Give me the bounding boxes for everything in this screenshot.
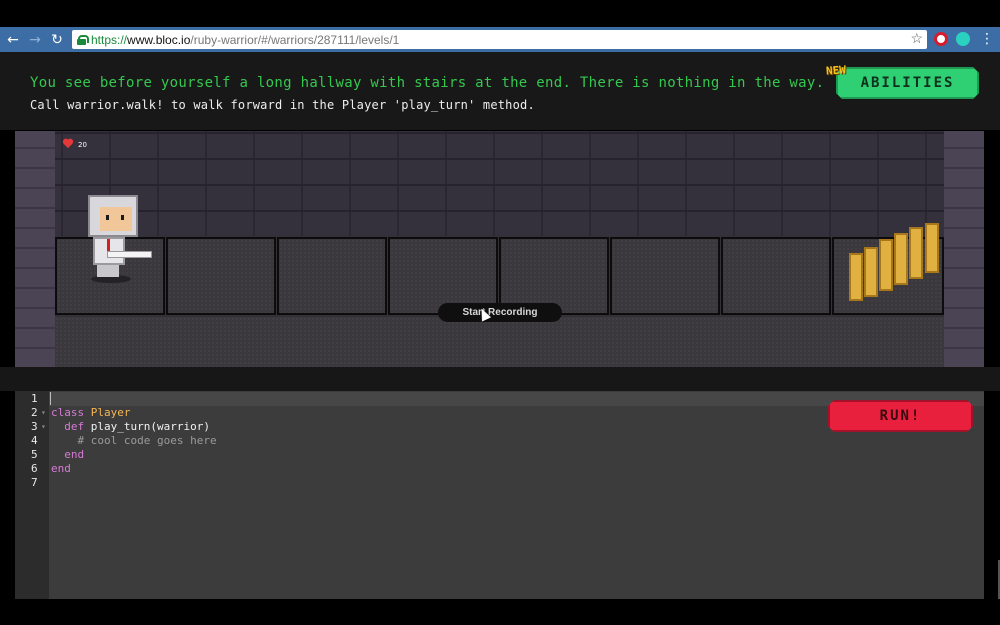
line-number: 2 bbox=[31, 406, 38, 419]
extension-icon[interactable] bbox=[956, 32, 970, 46]
level-hint: Call warrior.walk! to walk forward in th… bbox=[30, 98, 535, 112]
code-line[interactable]: 3 ▾ def play_turn(warrior) bbox=[15, 420, 950, 434]
url-scheme: https:// bbox=[91, 32, 128, 47]
sword-icon bbox=[107, 251, 152, 258]
code-line[interactable]: 5 end bbox=[15, 448, 950, 462]
game-board: 20 bbox=[15, 131, 984, 367]
code-text: end bbox=[64, 448, 85, 461]
floor-tile bbox=[166, 237, 276, 315]
code-text: def play_turn(warrior) bbox=[64, 420, 210, 433]
new-badge: NEW bbox=[825, 63, 847, 78]
line-number: 7 bbox=[31, 476, 38, 489]
browser-menu-icon[interactable]: ⋮ bbox=[980, 28, 994, 50]
health-value: 20 bbox=[78, 140, 87, 149]
dungeon-wall bbox=[15, 131, 984, 236]
separator bbox=[0, 367, 1000, 391]
line-number: 1 bbox=[31, 392, 38, 405]
run-button[interactable]: RUN! bbox=[828, 400, 973, 432]
right-pillar bbox=[944, 131, 984, 367]
floor-tile bbox=[277, 237, 387, 315]
code-line[interactable]: 4 # cool code goes here bbox=[15, 434, 950, 448]
code-line[interactable]: 1 bbox=[15, 392, 950, 406]
health-indicator: 20 bbox=[62, 139, 87, 150]
line-number: 4 bbox=[31, 434, 38, 447]
url-path: /ruby-warrior/#/warriors/287111/levels/1 bbox=[190, 32, 400, 47]
back-arrow-icon[interactable]: ← bbox=[2, 29, 24, 51]
code-line[interactable]: 6 end bbox=[15, 462, 950, 476]
extension-icon[interactable] bbox=[934, 32, 948, 46]
warrior-sprite bbox=[85, 195, 155, 285]
line-number: 3 bbox=[31, 420, 38, 433]
floor-tile bbox=[721, 237, 831, 315]
reload-icon[interactable]: ↻ bbox=[46, 29, 68, 51]
heart-icon bbox=[62, 139, 74, 150]
fold-toggle-icon[interactable]: ▾ bbox=[41, 420, 46, 434]
lock-icon bbox=[77, 34, 89, 45]
code-line[interactable]: 7 bbox=[15, 476, 950, 490]
start-recording-button[interactable]: Start Recording bbox=[438, 303, 562, 322]
abilities-button[interactable]: ABILITIES bbox=[836, 67, 979, 99]
code-text: class Player bbox=[51, 406, 131, 419]
browser-toolbar: ← → ↻ https://www.bloc.io/ruby-warrior/#… bbox=[0, 27, 1000, 52]
top-letterbox bbox=[0, 0, 1000, 27]
line-number: 5 bbox=[31, 448, 38, 461]
forward-arrow-icon[interactable]: → bbox=[24, 29, 46, 51]
level-description: You see before yourself a long hallway w… bbox=[30, 75, 825, 91]
code-line[interactable]: 2 ▾ class Player bbox=[15, 406, 950, 420]
line-number: 6 bbox=[31, 462, 38, 475]
left-pillar bbox=[15, 131, 55, 367]
fold-toggle-icon[interactable]: ▾ bbox=[41, 406, 46, 420]
address-bar[interactable]: https://www.bloc.io/ruby-warrior/#/warri… bbox=[72, 30, 927, 49]
bookmark-star-icon[interactable]: ☆ bbox=[910, 30, 923, 47]
stairs-sprite bbox=[849, 223, 949, 323]
code-text: # cool code goes here bbox=[77, 434, 217, 447]
floor-tile bbox=[610, 237, 720, 315]
code-text: end bbox=[51, 462, 71, 475]
url-host: www.bloc.io bbox=[127, 32, 191, 47]
bottom-letterbox bbox=[0, 599, 1000, 625]
lower-floor bbox=[55, 317, 944, 367]
